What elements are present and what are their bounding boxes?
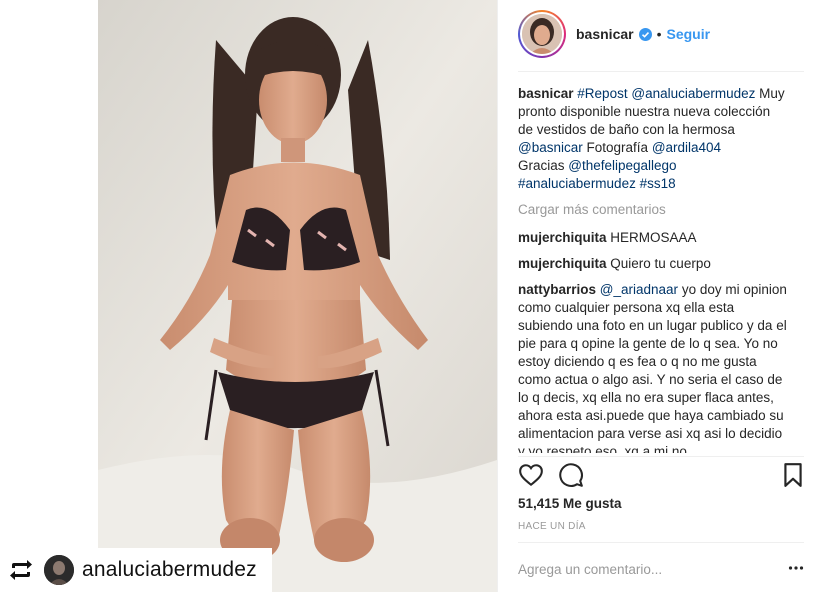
comment-text: Quiero tu cuerpo [610, 256, 711, 271]
action-bar [518, 460, 804, 490]
repost-avatar [44, 555, 74, 585]
bookmark-icon[interactable] [780, 462, 806, 488]
post-header: basnicar • Seguir [518, 10, 804, 58]
comment-text: HERMOSAAA [610, 230, 697, 245]
mention-link[interactable]: @thefelipegallego [568, 158, 676, 173]
comment-bubble-icon[interactable] [558, 462, 584, 488]
more-options-icon[interactable] [788, 560, 804, 576]
footer-divider [518, 542, 804, 543]
like-count[interactable]: 51,415 Me gusta [518, 496, 622, 511]
repost-arrows-icon [10, 560, 32, 580]
hashtag-link[interactable]: #ss18 [640, 176, 676, 191]
comment-username[interactable]: nattybarrios [518, 282, 596, 297]
profile-avatar[interactable] [518, 10, 566, 58]
mention-link[interactable]: @ardila404 [652, 140, 721, 155]
post-timestamp: HACE UN DÍA [518, 521, 586, 532]
add-comment-input[interactable] [518, 555, 768, 583]
mention-link[interactable]: @analuciabermudez [631, 86, 755, 101]
follow-button[interactable]: Seguir [667, 26, 711, 42]
comment-text: yo doy mi opinion como cualquier persona… [518, 282, 787, 453]
header-divider [518, 71, 804, 72]
post-sidebar: basnicar • Seguir basnicar #Repost @anal… [497, 0, 814, 592]
post-media: analuciabermudez [0, 0, 497, 592]
caption-username[interactable]: basnicar [518, 86, 574, 101]
mention-link[interactable]: @_ariadnaar [600, 282, 678, 297]
caption: basnicar #Repost @analuciabermudez Muy p… [518, 85, 788, 193]
hashtag-link[interactable]: #Repost [577, 86, 627, 101]
post-photo[interactable] [98, 0, 497, 592]
header-separator: • [656, 26, 662, 42]
mention-link[interactable]: @basnicar [518, 140, 583, 155]
caption-text: Fotografía [586, 140, 649, 155]
caption-text: Gracias [518, 158, 565, 173]
profile-username[interactable]: basnicar [576, 26, 634, 42]
photo-illustration [98, 0, 497, 592]
verified-badge-icon [638, 27, 652, 41]
repost-username: analuciabermudez [82, 558, 257, 581]
comment-item: nattybarrios @_ariadnaar yo doy mi opini… [518, 281, 788, 453]
actions-divider [518, 456, 804, 457]
load-more-comments[interactable]: Cargar más comentarios [518, 201, 788, 219]
comment-username[interactable]: mujerchiquita [518, 256, 607, 271]
repost-badge: analuciabermudez [0, 548, 272, 592]
comment-item: mujerchiquita Quiero tu cuerpo [518, 255, 788, 273]
comment-username[interactable]: mujerchiquita [518, 230, 607, 245]
comment-item: mujerchiquita HERMOSAAA [518, 229, 788, 247]
heart-icon[interactable] [518, 462, 544, 488]
comments-list: basnicar #Repost @analuciabermudez Muy p… [518, 85, 788, 453]
hashtag-link[interactable]: #analuciabermudez [518, 176, 636, 191]
